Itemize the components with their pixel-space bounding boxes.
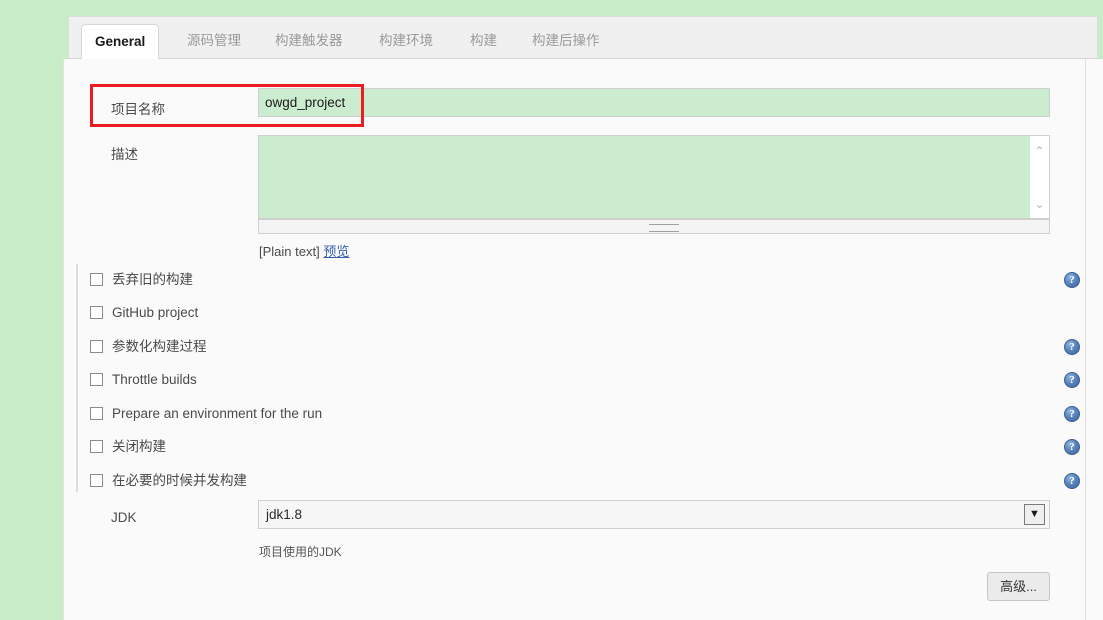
project-name-input[interactable]: [258, 88, 1050, 117]
help-icon-throttle-builds[interactable]: ?: [1064, 372, 1080, 388]
tab-triggers[interactable]: 构建触发器: [262, 24, 356, 60]
checkbox-throttle-builds[interactable]: [90, 373, 103, 386]
checkbox-disable-build[interactable]: [90, 440, 103, 453]
checkbox-discard-old-builds[interactable]: [90, 273, 103, 286]
tab-build[interactable]: 构建: [457, 24, 510, 60]
tab-general-label: General: [95, 34, 146, 49]
markup-formatter-line: [Plain text] 预览: [259, 241, 349, 260]
description-vertical-scrollbar[interactable]: ⌃ ⌄: [1030, 135, 1050, 219]
jdk-select[interactable]: jdk1.8 ▼: [258, 500, 1050, 529]
checkbox-parameterized-build[interactable]: [90, 340, 103, 353]
panel-right-border: [1085, 59, 1086, 620]
checkbox-label-parameterized-build: 参数化构建过程: [112, 339, 207, 354]
page-left-gutter: [0, 0, 63, 620]
tab-scm-label: 源码管理: [187, 33, 241, 48]
description-horizontal-scrollbar[interactable]: [258, 219, 1050, 234]
advanced-button[interactable]: 高级...: [987, 572, 1050, 601]
description-preview-link[interactable]: 预览: [323, 244, 349, 259]
tab-build-label: 构建: [470, 33, 497, 48]
jdk-select-value: jdk1.8: [266, 507, 303, 522]
config-form-panel: 项目名称 描述 ⌃ ⌄ [Plain text] 预览 丢弃旧的构建 GitH: [63, 59, 1103, 620]
checkbox-prepare-environment[interactable]: [90, 407, 103, 420]
jdk-help-text: 项目使用的JDK: [259, 545, 342, 559]
checkbox-label-concurrent-builds: 在必要的时候并发构建: [112, 473, 247, 488]
tab-post-build-label: 构建后操作: [532, 33, 600, 48]
tab-general[interactable]: General: [81, 24, 160, 60]
description-field-wrap: ⌃ ⌄: [258, 135, 1050, 235]
markup-type-label: [Plain text]: [259, 244, 320, 259]
scroll-down-icon[interactable]: ⌄: [1030, 196, 1049, 212]
help-icon-prepare-environment[interactable]: ?: [1064, 406, 1080, 422]
tab-environment[interactable]: 构建环境: [366, 24, 446, 60]
help-icon-disable-build[interactable]: ?: [1064, 439, 1080, 455]
checkbox-github-project[interactable]: [90, 306, 103, 319]
tab-triggers-label: 构建触发器: [275, 33, 343, 48]
config-tab-bar: General 源码管理 构建触发器 构建环境 构建 构建后操作: [68, 16, 1098, 60]
tab-post-build[interactable]: 构建后操作: [519, 24, 613, 60]
checkbox-label-prepare-environment: Prepare an environment for the run: [112, 406, 323, 421]
checkbox-label-discard-old-builds: 丢弃旧的构建: [112, 272, 193, 287]
resize-grip-icon[interactable]: [649, 224, 679, 232]
page-top-band: [0, 0, 1103, 16]
chevron-down-icon[interactable]: ▼: [1024, 504, 1045, 525]
help-icon-concurrent-builds[interactable]: ?: [1064, 473, 1080, 489]
checkbox-label-disable-build: 关闭构建: [112, 439, 166, 454]
scroll-up-icon[interactable]: ⌃: [1030, 143, 1049, 159]
checkbox-concurrent-builds[interactable]: [90, 474, 103, 487]
description-textarea[interactable]: [258, 135, 1030, 219]
project-name-label: 项目名称: [111, 102, 165, 117]
description-label: 描述: [111, 147, 138, 162]
jenkins-job-config-page: General 源码管理 构建触发器 构建环境 构建 构建后操作 项目名称 描述…: [0, 0, 1103, 620]
checkbox-label-throttle-builds: Throttle builds: [112, 372, 197, 387]
help-icon-parameterized-build[interactable]: ?: [1064, 339, 1080, 355]
jdk-label: JDK: [111, 510, 137, 525]
checkbox-group-rail: [76, 264, 78, 492]
tab-scm[interactable]: 源码管理: [174, 24, 254, 60]
checkbox-label-github-project: GitHub project: [112, 305, 199, 320]
help-icon-discard-old-builds[interactable]: ?: [1064, 272, 1080, 288]
tab-environment-label: 构建环境: [379, 33, 433, 48]
